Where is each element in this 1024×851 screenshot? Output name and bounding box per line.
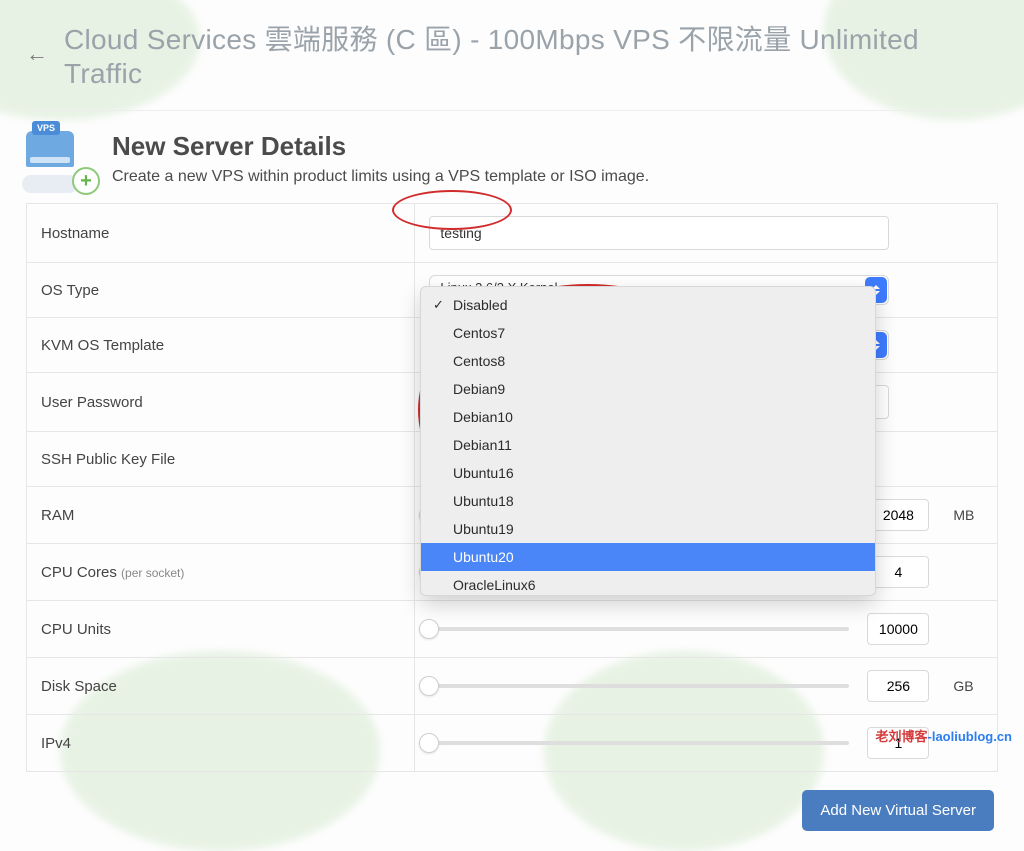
vps-icon-badge: VPS bbox=[32, 121, 60, 135]
cpu-cores-label: CPU Cores bbox=[41, 564, 117, 581]
os-type-label: OS Type bbox=[27, 263, 415, 318]
kvm-template-option[interactable]: Ubuntu16 bbox=[421, 459, 875, 487]
kvm-template-option[interactable]: Ubuntu19 bbox=[421, 515, 875, 543]
ram-label: RAM bbox=[27, 487, 415, 544]
kvm-template-option[interactable]: Disabled bbox=[421, 291, 875, 319]
disk-value-input[interactable] bbox=[867, 670, 929, 702]
cpu-units-label: CPU Units bbox=[27, 601, 415, 658]
kvm-template-option[interactable]: Debian10 bbox=[421, 403, 875, 431]
hostname-label: Hostname bbox=[27, 204, 415, 263]
ram-value-input[interactable] bbox=[867, 499, 929, 531]
kvm-template-dropdown[interactable]: DisabledCentos7Centos8Debian9Debian10Deb… bbox=[420, 286, 876, 596]
back-arrow-icon[interactable]: ← bbox=[26, 43, 48, 65]
section-title: New Server Details bbox=[112, 131, 649, 162]
watermark: 老刘博客-laoliublog.cn bbox=[875, 726, 1012, 745]
kvm-template-option[interactable]: Ubuntu20 bbox=[421, 543, 875, 571]
ipv4-slider[interactable] bbox=[429, 741, 849, 745]
cpu-units-slider[interactable] bbox=[429, 627, 849, 631]
breadcrumb: ← Cloud Services 雲端服務 (C 區) - 100Mbps VP… bbox=[26, 18, 998, 111]
kvm-template-option[interactable]: OracleLinux6 bbox=[421, 571, 875, 596]
add-server-button[interactable]: Add New Virtual Server bbox=[802, 790, 994, 831]
kvm-template-option[interactable]: Debian9 bbox=[421, 375, 875, 403]
user-password-label: User Password bbox=[27, 373, 415, 432]
disk-slider[interactable] bbox=[429, 684, 849, 688]
page-title: Cloud Services 雲端服務 (C 區) - 100Mbps VPS … bbox=[64, 18, 998, 90]
disk-unit: GB bbox=[953, 678, 973, 694]
hostname-input[interactable] bbox=[429, 216, 889, 250]
ssh-key-label: SSH Public Key File bbox=[27, 432, 415, 487]
cpu-cores-sublabel: (per socket) bbox=[121, 566, 184, 580]
ram-unit: MB bbox=[953, 507, 974, 523]
ipv4-label: IPv4 bbox=[27, 715, 415, 772]
plus-icon: + bbox=[72, 167, 100, 195]
kvm-template-option[interactable]: Debian11 bbox=[421, 431, 875, 459]
cpu-units-value-input[interactable] bbox=[867, 613, 929, 645]
cpu-cores-value-input[interactable] bbox=[867, 556, 929, 588]
kvm-template-option[interactable]: Ubuntu18 bbox=[421, 487, 875, 515]
kvm-template-label: KVM OS Template bbox=[27, 318, 415, 373]
disk-label: Disk Space bbox=[27, 658, 415, 715]
section-subtitle: Create a new VPS within product limits u… bbox=[112, 168, 649, 186]
kvm-template-option[interactable]: Centos7 bbox=[421, 319, 875, 347]
vps-icon: VPS + bbox=[26, 131, 90, 187]
kvm-template-option[interactable]: Centos8 bbox=[421, 347, 875, 375]
